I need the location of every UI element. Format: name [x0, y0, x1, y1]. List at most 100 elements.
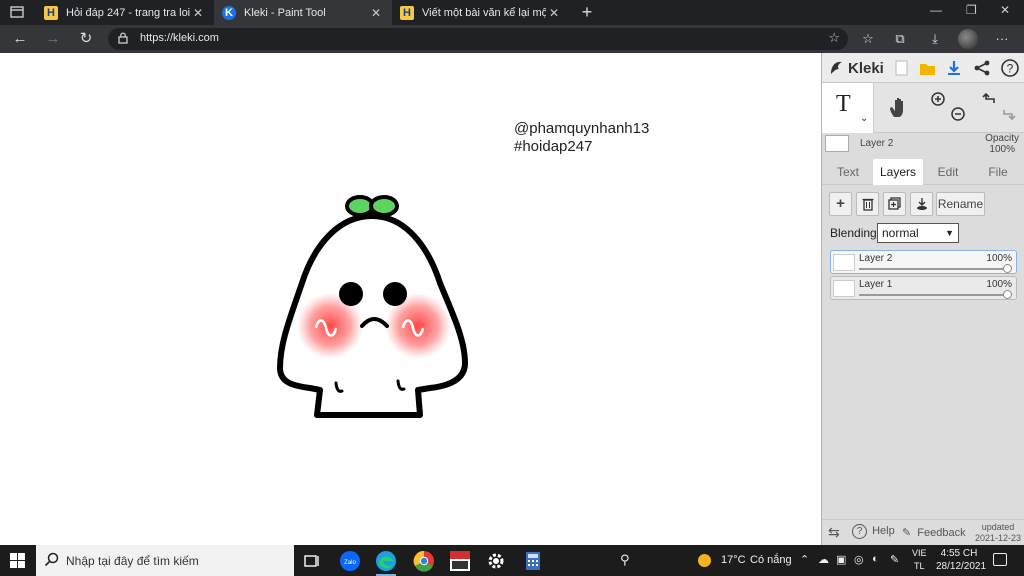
url-text: https://kleki.com: [140, 32, 219, 44]
feedback-button[interactable]: ✎ Feedback: [902, 526, 966, 539]
tool-bar: T ⌄: [822, 83, 1024, 133]
layer-thumbnail: [833, 254, 855, 271]
delete-layer-button[interactable]: [856, 192, 879, 216]
updated-info[interactable]: updated 2021-12-23: [975, 522, 1021, 544]
new-image-icon[interactable]: [892, 58, 912, 78]
windows-start-icon[interactable]: [10, 553, 25, 568]
favorites-icon[interactable]: ☆: [858, 29, 878, 49]
volume-icon[interactable]: ◐: [872, 553, 879, 565]
add-favorite-icon[interactable]: ☆: [828, 30, 840, 46]
address-bar[interactable]: https://kleki.com ☆: [108, 28, 848, 50]
layer-opacity-slider[interactable]: [1003, 264, 1012, 273]
feedback-label: Feedback: [917, 527, 966, 539]
taskbar-search-box[interactable]: Nhập tại đây để tìm kiếm: [36, 545, 294, 576]
canvas-hashtag-text: #hoidap247: [514, 138, 593, 155]
swap-sides-icon[interactable]: ⇆: [828, 524, 840, 541]
canvas-text: @phamquynhanh13 #hoidap247: [514, 120, 649, 156]
clock-date: 28/12/2021: [936, 561, 987, 572]
close-window-icon[interactable]: ✕: [1000, 3, 1010, 17]
duplicate-layer-button[interactable]: [883, 192, 906, 216]
blending-label: Blending: [830, 226, 877, 240]
settings-gear-icon[interactable]: [484, 549, 508, 573]
undo-icon[interactable]: [982, 91, 998, 107]
photo-editor-icon[interactable]: [448, 549, 472, 573]
new-tab-icon[interactable]: +: [578, 2, 596, 22]
hand-tool-icon[interactable]: [886, 95, 912, 121]
notifications-icon[interactable]: [993, 553, 1007, 566]
task-view-icon[interactable]: [300, 549, 324, 573]
add-layer-button[interactable]: +: [829, 192, 852, 216]
layer-opacity-track: [859, 268, 1006, 270]
tab-text[interactable]: Text: [826, 159, 870, 185]
text-tool-icon: T: [836, 91, 851, 117]
kleki-footer: ⇆ ? Help ✎ Feedback updated 2021-12-23: [822, 519, 1024, 545]
layer-item-layer-1[interactable]: Layer 1 100%: [830, 276, 1017, 300]
layer-item-layer-2[interactable]: Layer 2 100%: [830, 250, 1017, 274]
tab-close-icon[interactable]: ✕: [546, 6, 562, 20]
weather-text[interactable]: Có nắng: [750, 554, 792, 566]
tab-title: Kleki - Paint Tool: [244, 6, 326, 19]
tab-layers[interactable]: Layers: [873, 159, 923, 185]
tab-hoidap[interactable]: H Hỏi đáp 247 - trang tra loi ✕: [36, 0, 214, 25]
chevron-down-icon[interactable]: ⌄: [860, 113, 868, 124]
clock-time: 4:55 CH: [940, 548, 978, 559]
tab-kleki[interactable]: K Kleki - Paint Tool ✕: [214, 0, 392, 25]
opacity-label: Opacity: [985, 133, 1019, 144]
rename-layer-button[interactable]: Rename: [936, 192, 985, 216]
network-icon[interactable]: ▣: [836, 553, 846, 566]
edge-icon[interactable]: [374, 549, 398, 576]
forward-icon[interactable]: →: [43, 29, 63, 49]
pen-icon[interactable]: ✎: [890, 553, 899, 566]
share-icon[interactable]: [972, 58, 992, 78]
input-language[interactable]: VIE TL: [912, 547, 927, 573]
zoom-out-icon[interactable]: [950, 106, 966, 122]
zalo-icon[interactable]: Zalo: [338, 549, 362, 573]
weather-sun-icon[interactable]: [698, 554, 711, 567]
sprout-leaf-right: [369, 195, 399, 217]
kleki-logo-text: Kleki: [848, 59, 884, 77]
zoom-in-icon[interactable]: [930, 91, 946, 107]
tab-close-icon[interactable]: ✕: [190, 6, 206, 20]
help-button[interactable]: ? Help: [852, 524, 895, 539]
browser-tab-strip: H Hỏi đáp 247 - trang tra loi ✕ K Kleki …: [0, 0, 1024, 25]
tab-edit[interactable]: Edit: [926, 159, 970, 185]
back-icon[interactable]: ←: [10, 29, 30, 49]
chrome-icon[interactable]: [412, 549, 436, 573]
svg-text:Zalo: Zalo: [344, 560, 356, 566]
collections-icon[interactable]: ⧉: [890, 29, 910, 49]
download-icon[interactable]: [944, 58, 964, 78]
help-icon[interactable]: ?: [1000, 58, 1020, 78]
restore-icon[interactable]: ❐: [966, 3, 977, 17]
minimize-icon[interactable]: —: [930, 3, 942, 17]
search-icon: [44, 552, 59, 570]
tab-viet-mot-bai[interactable]: H Viết một bài văn kể lại một lần e ✕: [392, 0, 570, 25]
help-label: Help: [872, 525, 895, 537]
kleki-logo[interactable]: Kleki: [828, 59, 884, 77]
more-menu-icon[interactable]: ···: [992, 29, 1012, 49]
tab-actions-icon[interactable]: [10, 5, 26, 21]
chevron-up-icon[interactable]: ⌃: [800, 553, 809, 566]
refresh-icon[interactable]: ↻: [76, 29, 96, 49]
calculator-icon[interactable]: [521, 549, 545, 573]
merge-layer-button[interactable]: [910, 192, 933, 216]
open-file-icon[interactable]: [918, 58, 938, 78]
layer-opacity-slider[interactable]: [1003, 290, 1012, 299]
cloud-icon[interactable]: ☁: [818, 553, 829, 566]
panel-tabs: Text Layers Edit File: [822, 159, 1024, 185]
text-tool-button[interactable]: T ⌄: [822, 83, 874, 133]
tab-file[interactable]: File: [976, 159, 1020, 185]
updated-label: updated: [981, 522, 1015, 532]
wifi-icon[interactable]: ◎: [854, 553, 864, 566]
merge-down-icon: [916, 198, 928, 214]
layer-opacity: 100%: [986, 253, 1012, 264]
tab-close-icon[interactable]: ✕: [368, 6, 384, 20]
weather-temp[interactable]: 17°C: [721, 554, 746, 566]
blending-value: normal: [882, 226, 919, 240]
downloads-icon[interactable]: ⤓: [925, 29, 945, 49]
redo-icon[interactable]: [1000, 106, 1016, 122]
blending-select[interactable]: normal ▼: [877, 223, 959, 243]
profile-avatar[interactable]: [958, 29, 978, 49]
drawing-canvas[interactable]: @phamquynhanh13 #hoidap247: [0, 53, 821, 545]
clock[interactable]: 4:55 CH 28/12/2021: [936, 547, 986, 573]
people-icon[interactable]: ⚲: [620, 552, 630, 568]
